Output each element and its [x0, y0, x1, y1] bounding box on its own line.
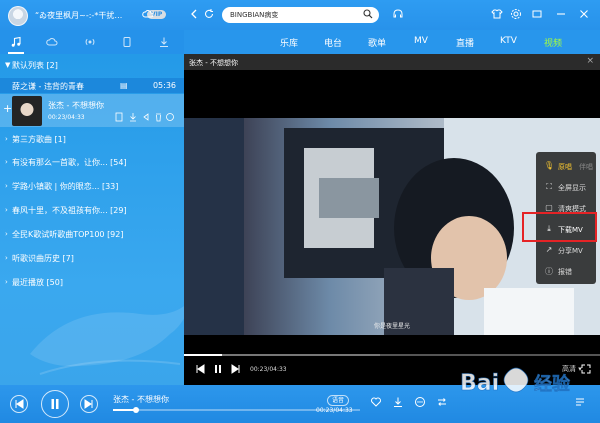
highlight-box	[522, 212, 597, 242]
list-playlist-1[interactable]: › 有没有那么一首歌，让你... [54]	[0, 153, 184, 173]
list-default[interactable]: ▼ 默认列表 [2]	[0, 56, 184, 76]
list-third-party[interactable]: › 第三方歌曲 [1]	[0, 130, 184, 150]
report-icon: ⓘ	[545, 267, 553, 276]
chevron-right-icon: ›	[5, 230, 8, 238]
menu-report[interactable]: ⓘ 报错	[536, 261, 596, 281]
player-progress-handle[interactable]	[132, 407, 139, 413]
pause-button[interactable]	[41, 390, 69, 418]
chevron-right-icon: ›	[5, 206, 8, 214]
video-subtitle: 你是夜里星光	[373, 323, 410, 330]
user-avatar[interactable]	[8, 6, 28, 26]
close-icon[interactable]: ×	[586, 56, 594, 66]
download-icon[interactable]	[392, 396, 404, 408]
cloud-icon[interactable]	[142, 8, 154, 20]
share-icon: ↗	[545, 245, 553, 254]
menu-accompaniment[interactable]: 伴唱	[579, 162, 593, 172]
previous-icon[interactable]	[194, 363, 206, 375]
video-title: 张杰 - 不想想你	[189, 59, 238, 67]
previous-button[interactable]	[10, 395, 28, 413]
previous-icon	[15, 399, 24, 409]
player-song-title: 张杰 - 不想想你	[113, 395, 169, 404]
refresh-icon[interactable]	[203, 8, 215, 20]
radio-icon[interactable]	[84, 36, 96, 48]
back-icon[interactable]	[188, 8, 200, 20]
menu-share-mv[interactable]: ↗ 分享MV	[536, 240, 596, 260]
more-icon[interactable]	[414, 396, 426, 408]
chevron-right-icon: ›	[5, 158, 8, 166]
tab-library[interactable]: 乐库	[280, 36, 298, 49]
chevron-down-icon: ▼	[5, 61, 11, 69]
whale-decoration	[30, 305, 184, 375]
skin-icon[interactable]	[491, 8, 503, 20]
fullscreen-icon: ⛶	[546, 182, 552, 191]
search-input[interactable]: BINGBIAN病变	[222, 7, 379, 23]
svg-text:Bai: Bai	[460, 371, 499, 396]
chevron-right-icon: ›	[5, 254, 8, 262]
pause-icon	[51, 399, 59, 409]
settings-icon[interactable]	[510, 8, 522, 20]
list-playlist-2[interactable]: › 学路小镇歌 | 你的眼恋... [33]	[0, 177, 184, 197]
menu-fullscreen[interactable]: ⛶ 全屏显示	[536, 177, 596, 197]
menu-original-vocal[interactable]: 🎙 原唱 伴唱	[536, 156, 596, 176]
music-note-icon[interactable]	[8, 36, 24, 54]
video-header: 张杰 - 不想想你 ×	[184, 54, 600, 70]
tab-mv[interactable]: MV	[414, 36, 428, 46]
mic-icon: 🎙	[544, 161, 555, 170]
chevron-right-icon: ›	[5, 278, 8, 286]
search-value: BINGBIAN病变	[230, 11, 279, 19]
loop-icon[interactable]	[436, 396, 448, 408]
tab-radio[interactable]: 电台	[324, 36, 342, 49]
main-nav: 乐库 电台 歌单 MV 直播 KTV 视频	[184, 30, 600, 54]
close-icon[interactable]	[578, 8, 590, 20]
next-icon[interactable]	[230, 363, 242, 375]
chevron-right-icon: ›	[5, 182, 8, 190]
next-icon	[84, 399, 93, 409]
album-cover	[12, 96, 42, 126]
list-item[interactable]: 薛之谦 - 违背的青春 ▤ 05:36	[0, 78, 184, 93]
tab-playlists[interactable]: 歌单	[368, 36, 386, 49]
device-icon[interactable]	[121, 36, 133, 48]
download-manager-icon[interactable]	[158, 36, 170, 48]
minimize-icon[interactable]	[555, 8, 567, 20]
next-button[interactable]	[80, 395, 98, 413]
player-time: 00:23/04:33	[316, 407, 353, 414]
row-actions[interactable]	[104, 112, 184, 122]
mv-icon[interactable]: ▤	[120, 81, 128, 90]
add-icon[interactable]: +	[3, 102, 12, 115]
tab-video[interactable]: 视频	[544, 36, 562, 49]
search-icon[interactable]	[363, 9, 373, 19]
title-bar: “ゐ夜里枫月~-:-*干扰… VIP BINGBIAN病变	[0, 0, 600, 30]
tab-live[interactable]: 直播	[456, 36, 474, 49]
list-recognize-history[interactable]: › 听歌识曲历史 [7]	[0, 249, 184, 269]
svg-text:经验: 经验	[534, 373, 571, 395]
listen-recognize-icon[interactable]	[392, 8, 404, 20]
sidebar-tab-bar	[0, 30, 184, 54]
voice-badge[interactable]: 语音	[327, 395, 350, 406]
chevron-right-icon: ›	[5, 135, 8, 143]
tab-ktv[interactable]: KTV	[500, 36, 517, 46]
baidu-jingyan-logo: Bai 经验	[460, 367, 571, 396]
username[interactable]: “ゐ夜里枫月~-:-*干扰…	[35, 10, 122, 21]
video-progress-bar[interactable]	[184, 354, 600, 356]
pause-icon[interactable]	[212, 363, 224, 375]
cloud-list-icon[interactable]	[46, 36, 58, 48]
mini-mode-icon[interactable]	[531, 8, 543, 20]
video-time: 00:23/04:33	[250, 366, 287, 373]
clean-mode-icon: ▢	[545, 203, 553, 212]
now-playing-item[interactable]: + 张杰 - 不想想你 00:23/04:33	[0, 94, 184, 127]
favorite-icon[interactable]	[370, 396, 382, 408]
list-playlist-3[interactable]: › 春风十里，不及祖孩有你... [29]	[0, 201, 184, 221]
list-playlist-4[interactable]: › 全民K歌试听歌曲TOP100 [92]	[0, 225, 184, 245]
video-progress-fill	[184, 354, 223, 356]
playlist-sidebar: ▼ 默认列表 [2] 薛之谦 - 违背的青春 ▤ 05:36 + 张杰 - 不想…	[0, 54, 184, 385]
